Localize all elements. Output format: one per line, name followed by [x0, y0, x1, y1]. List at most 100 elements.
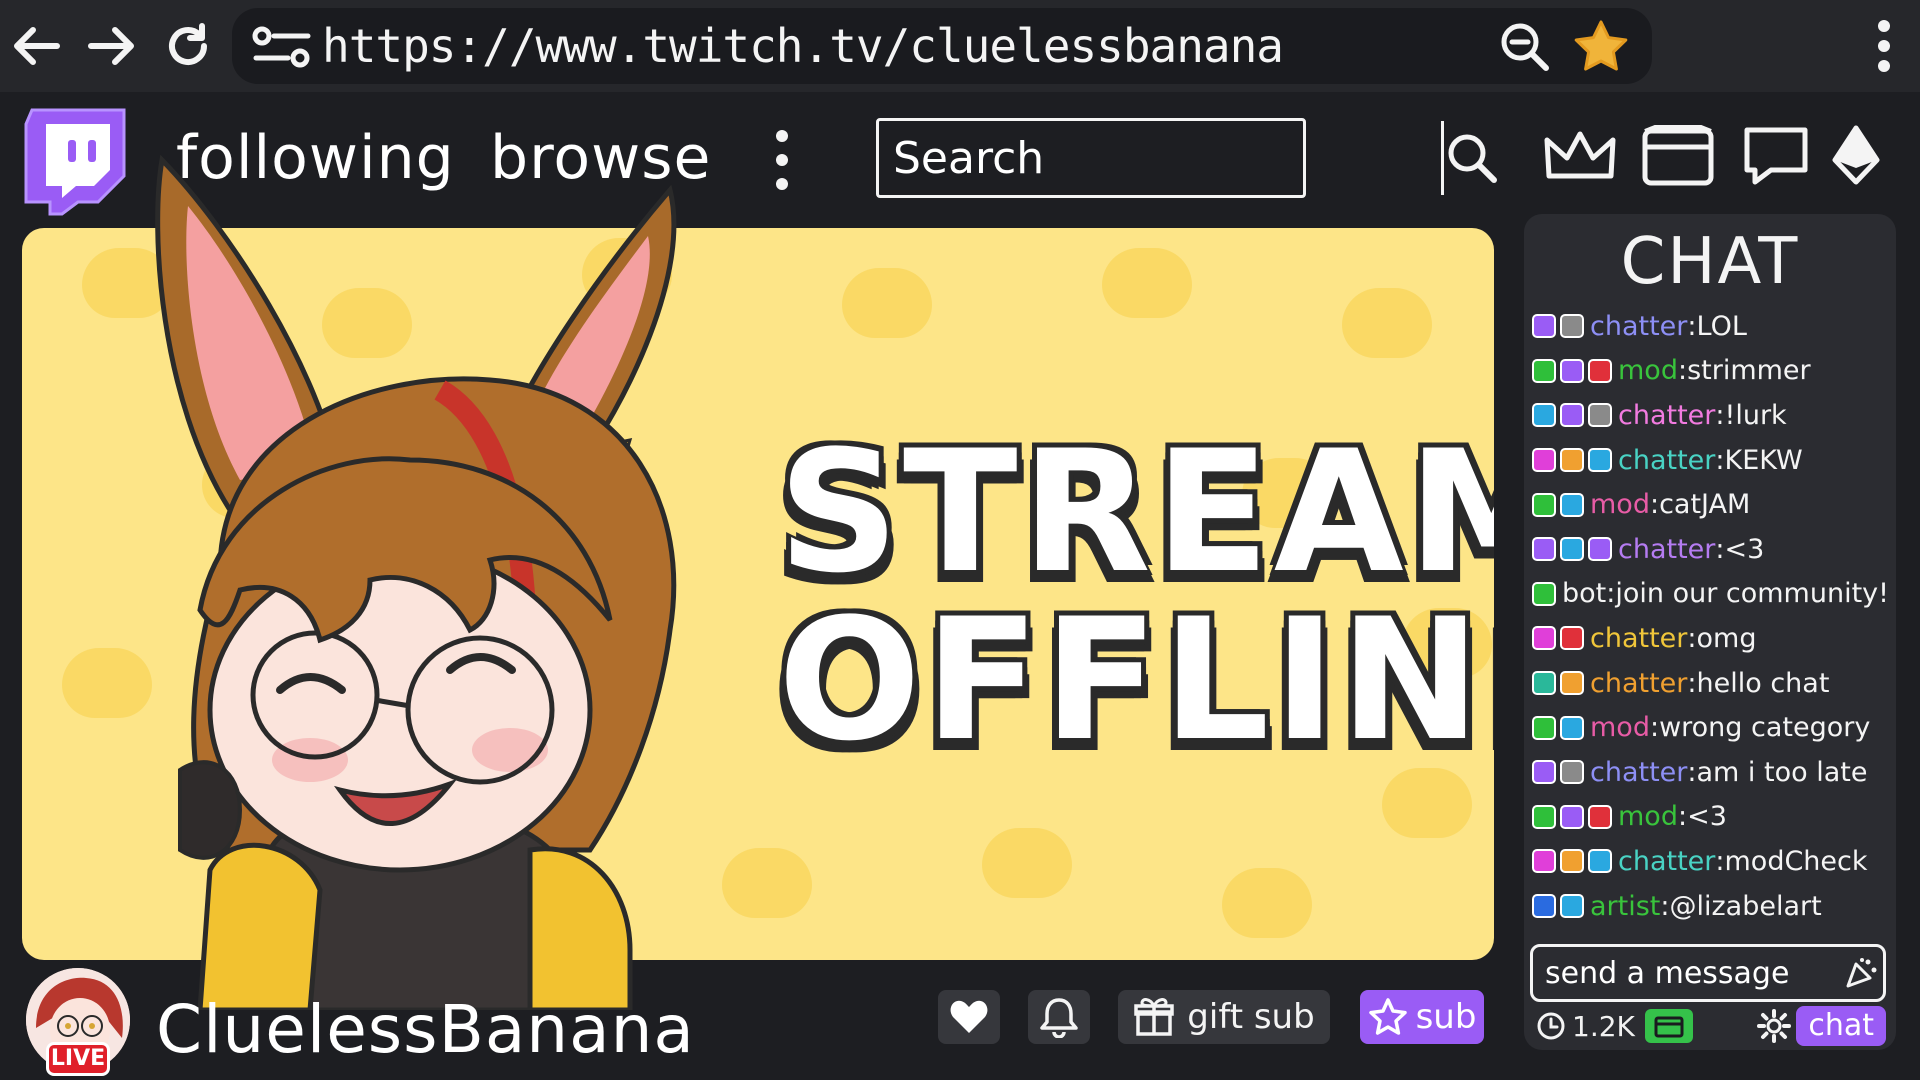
chat-message-text: am i too late	[1696, 756, 1868, 788]
chat-username[interactable]: mod	[1590, 489, 1650, 520]
chat-badge-icon[interactable]	[1560, 537, 1584, 562]
chat-username[interactable]: chatter	[1590, 311, 1687, 342]
forward-icon[interactable]	[84, 20, 140, 72]
chat-badge-icon[interactable]	[1560, 626, 1584, 651]
chat-badge-icon[interactable]	[1560, 403, 1584, 428]
chat-username[interactable]: chatter	[1590, 623, 1687, 654]
back-icon[interactable]	[8, 20, 64, 72]
chat-username[interactable]: artist	[1590, 891, 1660, 922]
chat-message-text: KEKW	[1724, 444, 1803, 476]
channel-name[interactable]: CluelessBanana	[156, 988, 695, 1072]
chat-badge-icon[interactable]	[1560, 358, 1584, 383]
video-player[interactable]: STREAM OFFLINE	[22, 228, 1494, 960]
chat-badge-icon[interactable]	[1532, 492, 1556, 517]
chat-badge-icon[interactable]	[1560, 894, 1584, 919]
chat-badge-icon[interactable]	[1588, 358, 1612, 383]
chat-username[interactable]: chatter	[1590, 757, 1687, 788]
chat-badge-icon[interactable]	[1532, 849, 1556, 874]
whispers-icon[interactable]	[1736, 120, 1816, 192]
chat-username[interactable]: chatter	[1618, 400, 1715, 431]
chat-messages: chatter: LOL mod: strimmer chatter: !lurk c…	[1532, 304, 1894, 928]
chat-separator: :	[1677, 355, 1688, 387]
chat-badge-icon[interactable]	[1560, 492, 1584, 517]
bits-icon[interactable]	[1816, 120, 1896, 192]
chat-badge-icon[interactable]	[1588, 448, 1612, 473]
bookmark-star-icon[interactable]	[1572, 18, 1630, 78]
gift-sub-label: gift sub	[1187, 997, 1315, 1037]
chat-badge-icon[interactable]	[1532, 537, 1556, 562]
chat-input-box	[1530, 944, 1886, 1002]
chat-badge-icon[interactable]	[1532, 760, 1556, 785]
url-text[interactable]: https://www.twitch.tv/cluelessbanana	[322, 16, 1284, 76]
chat-badge-icon[interactable]	[1588, 537, 1612, 562]
sub-label: sub	[1415, 997, 1477, 1037]
address-bar[interactable]: https://www.twitch.tv/cluelessbanana	[232, 8, 1652, 84]
chat-badge-icon[interactable]	[1532, 358, 1556, 383]
channel-points-icon[interactable]	[1644, 1009, 1693, 1043]
site-settings-icon[interactable]	[252, 26, 312, 74]
offline-line-1: STREAM	[778, 414, 1494, 610]
chat-separator: :	[1649, 489, 1660, 521]
chat-username[interactable]: mod	[1618, 801, 1678, 832]
chat-badge-icon[interactable]	[1560, 448, 1584, 473]
gift-sub-button[interactable]: gift sub	[1118, 990, 1330, 1044]
chat-badge-icon[interactable]	[1532, 715, 1556, 740]
chat-username[interactable]: bot	[1562, 578, 1606, 609]
chat-username[interactable]: mod	[1618, 355, 1678, 386]
chat-badge-icon[interactable]	[1532, 894, 1556, 919]
chat-message: artist: @lizabelart	[1532, 884, 1894, 929]
browser-toolbar: https://www.twitch.tv/cluelessbanana	[0, 0, 1920, 92]
notifications-button[interactable]	[1028, 990, 1090, 1044]
crown-icon[interactable]	[1540, 120, 1620, 192]
search-button[interactable]	[1441, 121, 1500, 195]
chat-badge-icon[interactable]	[1560, 715, 1584, 740]
search-box	[876, 118, 1497, 198]
search-input[interactable]	[879, 121, 1441, 195]
subscribe-button[interactable]: sub	[1360, 990, 1484, 1044]
nav-browse[interactable]: browse	[490, 118, 711, 198]
chat-badge-icon[interactable]	[1588, 804, 1612, 829]
chat-badge-icon[interactable]	[1532, 448, 1556, 473]
chat-badge-icon[interactable]	[1560, 314, 1584, 339]
chat-message: mod: strimmer	[1532, 349, 1894, 394]
zoom-out-icon[interactable]	[1498, 20, 1552, 78]
inbox-icon[interactable]	[1638, 120, 1718, 192]
viewer-count: 1.2K	[1572, 1009, 1635, 1043]
more-menu-icon[interactable]	[772, 130, 792, 190]
chat-message-text: strimmer	[1687, 355, 1811, 387]
chat-username[interactable]: chatter	[1618, 445, 1715, 476]
twitch-logo-icon[interactable]	[18, 104, 130, 216]
chat-badge-icon[interactable]	[1588, 403, 1612, 428]
chat-username[interactable]: chatter	[1590, 668, 1687, 699]
chat-badge-icon[interactable]	[1532, 671, 1556, 696]
chat-username[interactable]: chatter	[1618, 534, 1715, 565]
chat-separator: :	[1715, 533, 1725, 565]
chat-badge-icon[interactable]	[1560, 804, 1584, 829]
chat-settings-icon[interactable]	[1756, 1008, 1792, 1048]
follow-button[interactable]	[938, 990, 1000, 1044]
chat-send-button[interactable]: chat	[1796, 1006, 1886, 1046]
chat-badge-icon[interactable]	[1532, 403, 1556, 428]
nav-following[interactable]: following	[176, 118, 455, 198]
chat-message-text: omg	[1696, 622, 1757, 654]
chat-message: bot: join our community!	[1532, 572, 1894, 617]
browser-menu-icon[interactable]	[1874, 16, 1894, 76]
emote-picker-icon[interactable]	[1839, 951, 1883, 995]
chat-badge-icon[interactable]	[1560, 671, 1584, 696]
viewer-clock-icon	[1537, 1012, 1565, 1040]
chat-badge-icon[interactable]	[1560, 849, 1584, 874]
chat-message-text: hello chat	[1696, 667, 1830, 699]
chat-badge-icon[interactable]	[1532, 314, 1556, 339]
chat-username[interactable]: mod	[1590, 712, 1650, 743]
chat-badge-icon[interactable]	[1588, 849, 1612, 874]
chat-separator: :	[1715, 399, 1725, 431]
chat-message-text: join our community!	[1615, 578, 1889, 610]
chat-badge-icon[interactable]	[1532, 581, 1556, 606]
chat-badge-icon[interactable]	[1532, 626, 1556, 651]
chat-message-input[interactable]	[1533, 955, 1839, 991]
chat-username[interactable]: chatter	[1618, 846, 1715, 877]
chat-message-text: <3	[1687, 801, 1727, 833]
chat-badge-icon[interactable]	[1560, 760, 1584, 785]
chat-badge-icon[interactable]	[1532, 804, 1556, 829]
reload-icon[interactable]	[160, 20, 216, 72]
